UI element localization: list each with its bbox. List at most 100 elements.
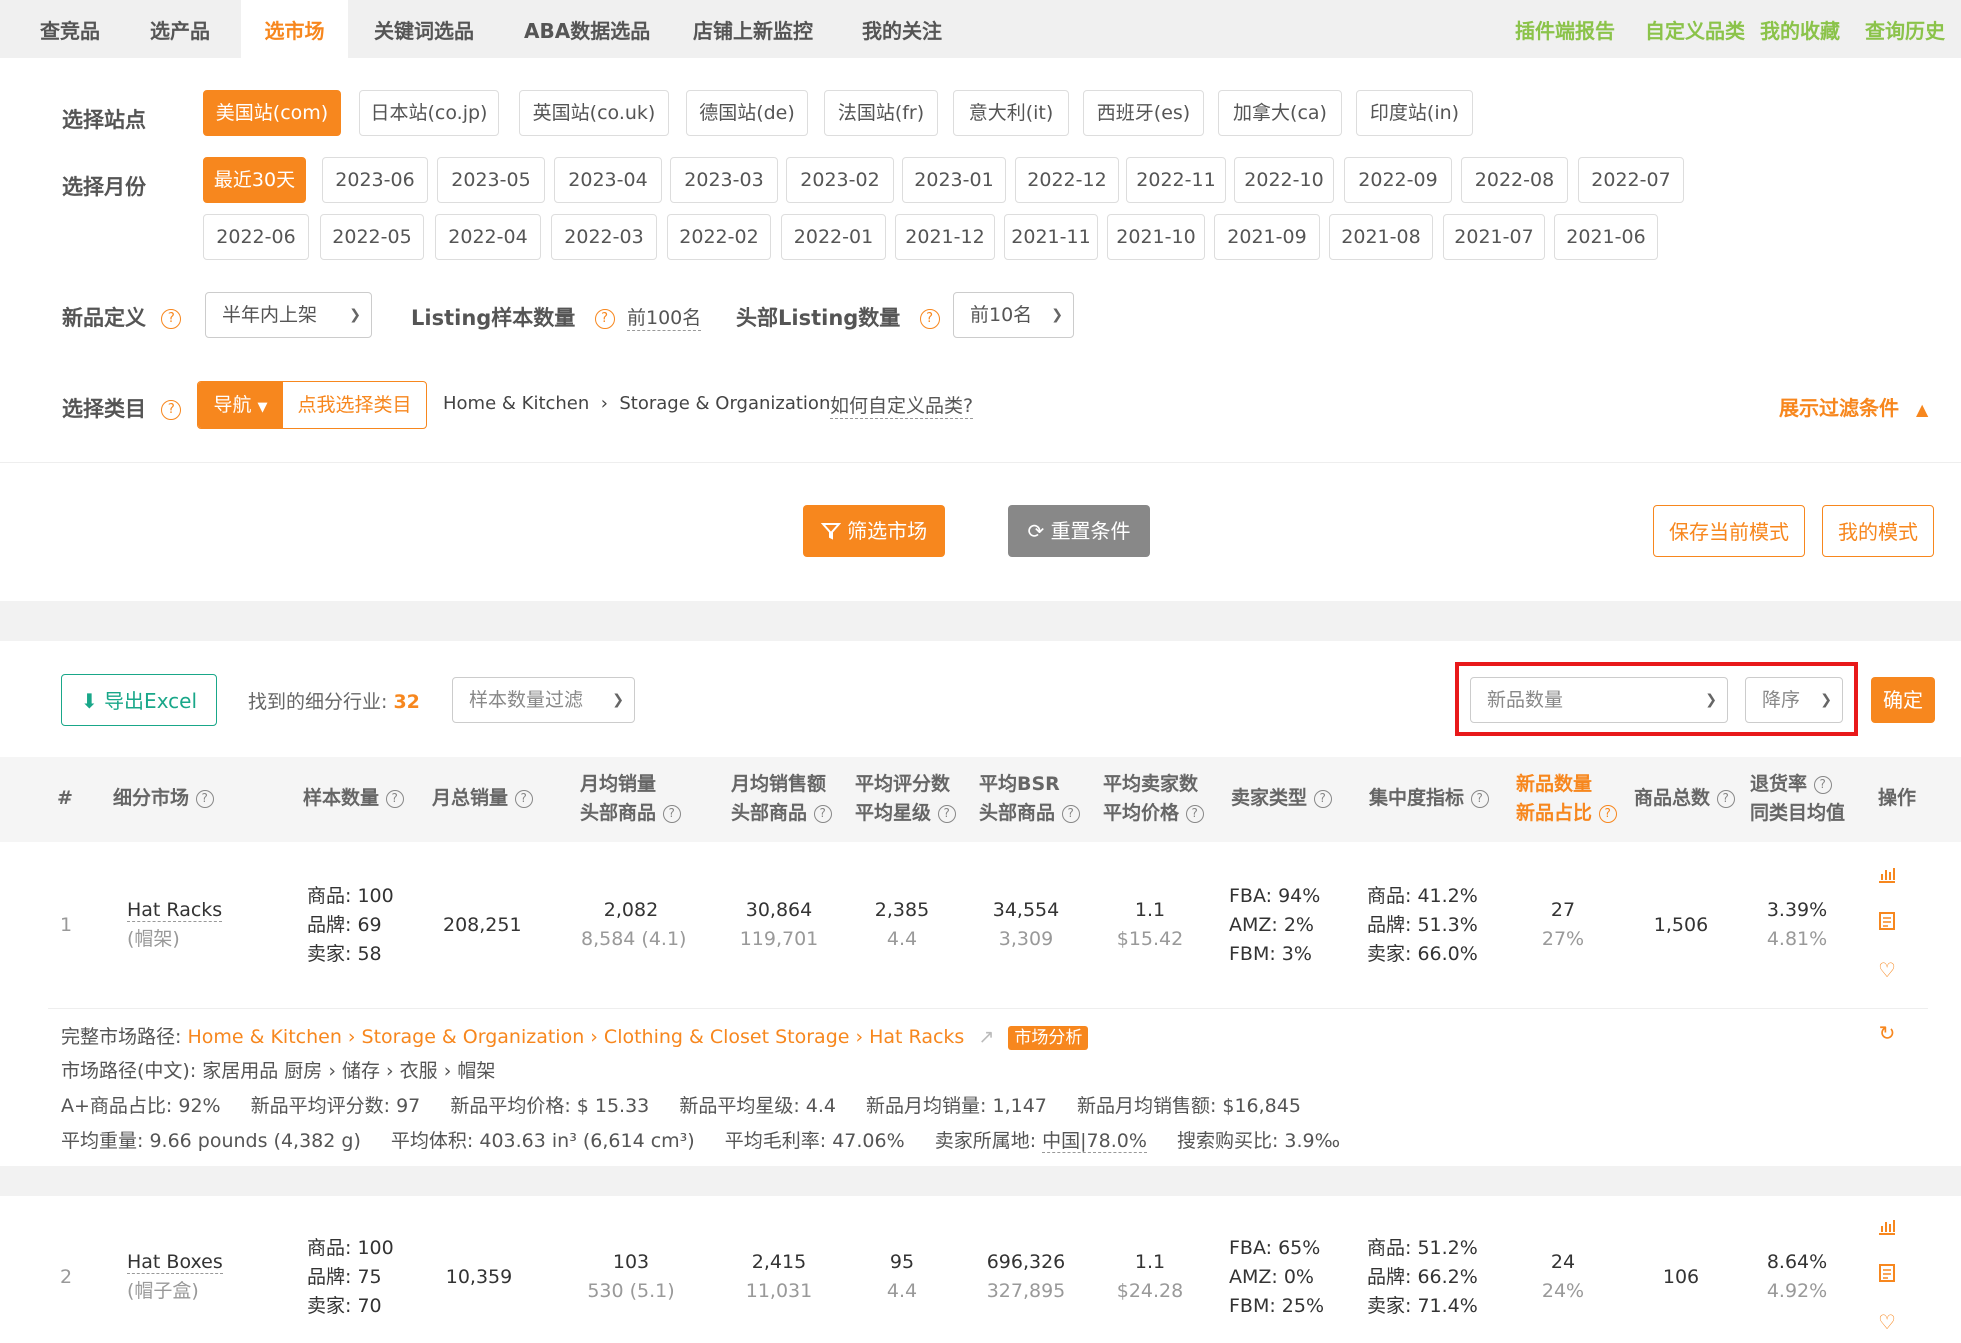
question-icon[interactable]: ? — [1470, 789, 1489, 808]
month-chip[interactable]: 2021-09 — [1214, 214, 1320, 260]
sort-field-select[interactable]: 新品数量 ❯ — [1470, 677, 1728, 723]
header-rating[interactable]: 平均评分数 平均星级 ? — [855, 770, 956, 828]
document-icon[interactable] — [1875, 1263, 1899, 1287]
site-chip-in[interactable]: 印度站(in) — [1356, 90, 1473, 136]
question-icon[interactable]: ? — [514, 789, 533, 808]
month-chip[interactable]: 2023-06 — [322, 157, 428, 203]
month-chip[interactable]: 2022-04 — [435, 214, 541, 260]
header-seller-type[interactable]: 卖家类型 ? — [1231, 784, 1332, 813]
month-chip[interactable]: 2023-04 — [554, 157, 662, 203]
question-icon[interactable]: ? — [161, 309, 182, 329]
question-icon[interactable]: ? — [385, 789, 404, 808]
month-chip[interactable]: 2022-03 — [551, 214, 657, 260]
show-filters-toggle[interactable]: 展示过滤条件 ▲ — [1779, 392, 1928, 421]
tab-compare-products[interactable]: 查竞品 — [40, 0, 100, 58]
my-favorites-link[interactable]: 我的收藏 — [1760, 0, 1840, 58]
month-chip[interactable]: 2022-02 — [667, 214, 771, 260]
tab-select-market[interactable]: 选市场 — [241, 0, 348, 58]
question-icon[interactable]: ? — [937, 804, 956, 823]
question-icon[interactable]: ? — [813, 804, 832, 823]
header-bsr[interactable]: 平均BSR 头部商品 ? — [979, 770, 1080, 828]
site-chip-us[interactable]: 美国站(com) — [203, 90, 341, 136]
header-market[interactable]: 细分市场 ? — [113, 784, 214, 813]
header-avg-sales[interactable]: 月均销量 头部商品 ? — [580, 770, 681, 828]
sort-order-select[interactable]: 降序 ❯ — [1745, 677, 1843, 723]
site-chip-de[interactable]: 德国站(de) — [686, 90, 808, 136]
month-chip[interactable]: 2023-02 — [786, 157, 894, 203]
site-chip-it[interactable]: 意大利(it) — [953, 90, 1069, 136]
month-chip[interactable]: 2022-08 — [1461, 157, 1568, 203]
tab-store-monitor[interactable]: 店铺上新监控 — [693, 0, 813, 58]
header-seller[interactable]: 平均卖家数 平均价格 ? — [1103, 770, 1204, 828]
month-chip[interactable]: 2022-10 — [1234, 157, 1334, 203]
heart-icon[interactable]: ♡ — [1875, 1310, 1899, 1334]
reset-button[interactable]: ⟳ 重置条件 — [1008, 505, 1150, 557]
market-name[interactable]: Hat Racks — [127, 899, 223, 922]
chart-icon[interactable] — [1875, 1216, 1899, 1240]
share-icon[interactable]: ↗ — [978, 1026, 994, 1048]
site-chip-uk[interactable]: 英国站(co.uk) — [519, 90, 669, 136]
confirm-button[interactable]: 确定 — [1871, 677, 1935, 723]
site-chip-es[interactable]: 西班牙(es) — [1083, 90, 1204, 136]
month-chip[interactable]: 2022-12 — [1015, 157, 1119, 203]
month-chip[interactable]: 2021-10 — [1107, 214, 1205, 260]
market-name[interactable]: Hat Boxes — [127, 1251, 223, 1274]
question-icon[interactable]: ? — [919, 309, 940, 329]
how-custom-link[interactable]: 如何自定义品类? — [830, 391, 974, 419]
question-icon[interactable]: ? — [1598, 804, 1617, 823]
question-icon[interactable]: ? — [1813, 775, 1832, 794]
sample-filter-select[interactable]: 样本数量过滤 ❯ — [452, 677, 635, 723]
month-chip[interactable]: 2023-05 — [437, 157, 545, 203]
month-chip[interactable]: 2022-05 — [320, 214, 424, 260]
chart-icon[interactable] — [1875, 864, 1899, 888]
header-total[interactable]: 商品总数 ? — [1634, 784, 1735, 813]
tab-aba-select[interactable]: ABA数据选品 — [524, 0, 650, 58]
month-chip[interactable]: 2022-09 — [1344, 157, 1452, 203]
question-icon[interactable]: ? — [1313, 789, 1332, 808]
month-chip[interactable]: 2021-06 — [1554, 214, 1658, 260]
header-monthly-sales[interactable]: 月总销量 ? — [432, 784, 533, 813]
question-icon[interactable]: ? — [161, 400, 182, 420]
nav-button[interactable]: 导航 ▼ — [198, 382, 283, 428]
site-chip-jp[interactable]: 日本站(co.jp) — [359, 90, 499, 136]
header-concentration[interactable]: 集中度指标 ? — [1369, 784, 1489, 813]
month-chip[interactable]: 2021-08 — [1329, 214, 1433, 260]
question-icon[interactable]: ? — [1716, 789, 1735, 808]
month-chip[interactable]: 2022-06 — [203, 214, 309, 260]
sample-count-value[interactable]: 前100名 — [627, 303, 702, 331]
month-chip[interactable]: 2021-07 — [1443, 214, 1545, 260]
reload-icon[interactable]: ↻ — [1875, 1021, 1899, 1045]
tab-my-follow[interactable]: 我的关注 — [862, 0, 942, 58]
stat-seller-origin[interactable]: 中国|78.0% — [1042, 1130, 1147, 1153]
month-chip[interactable]: 2022-01 — [781, 214, 886, 260]
my-mode-button[interactable]: 我的模式 — [1822, 505, 1934, 557]
month-chip[interactable]: 2021-11 — [1004, 214, 1098, 260]
export-excel-button[interactable]: ⬇ 导出Excel — [61, 674, 217, 726]
question-icon[interactable]: ? — [594, 309, 615, 329]
document-icon[interactable] — [1875, 911, 1899, 935]
site-chip-ca[interactable]: 加拿大(ca) — [1218, 90, 1342, 136]
head-count-select[interactable]: 前10名 ❯ — [953, 292, 1074, 338]
month-chip[interactable]: 2022-07 — [1578, 157, 1684, 203]
site-chip-fr[interactable]: 法国站(fr) — [824, 90, 938, 136]
custom-category-link[interactable]: 自定义品类 — [1645, 0, 1745, 58]
market-name-link[interactable]: Hat Racks — [127, 896, 223, 925]
question-icon[interactable]: ? — [1185, 804, 1204, 823]
tab-keyword-select[interactable]: 关键词选品 — [374, 0, 474, 58]
month-chip[interactable]: 2022-11 — [1126, 157, 1226, 203]
month-chip[interactable]: 2023-01 — [902, 157, 1006, 203]
filter-market-button[interactable]: 筛选市场 — [803, 505, 945, 557]
question-icon[interactable]: ? — [195, 789, 214, 808]
plugin-report-link[interactable]: 插件端报告 — [1515, 0, 1615, 58]
month-chip[interactable]: 最近30天 — [203, 157, 306, 203]
month-chip[interactable]: 2023-03 — [670, 157, 778, 203]
header-new-products[interactable]: 新品数量 新品占比 ? — [1516, 770, 1617, 828]
market-path-value[interactable]: Home & Kitchen › Storage & Organization … — [187, 1026, 964, 1048]
market-name-link[interactable]: Hat Boxes — [127, 1248, 223, 1277]
header-return-rate[interactable]: 退货率 ? 同类目均值 — [1750, 770, 1845, 828]
new-def-select[interactable]: 半年内上架 ❯ — [205, 292, 372, 338]
heart-icon[interactable]: ♡ — [1875, 958, 1899, 982]
header-avg-revenue[interactable]: 月均销售额 头部商品 ? — [731, 770, 832, 828]
question-icon[interactable]: ? — [1061, 804, 1080, 823]
pick-category-button[interactable]: 点我选择类目 — [283, 382, 426, 428]
